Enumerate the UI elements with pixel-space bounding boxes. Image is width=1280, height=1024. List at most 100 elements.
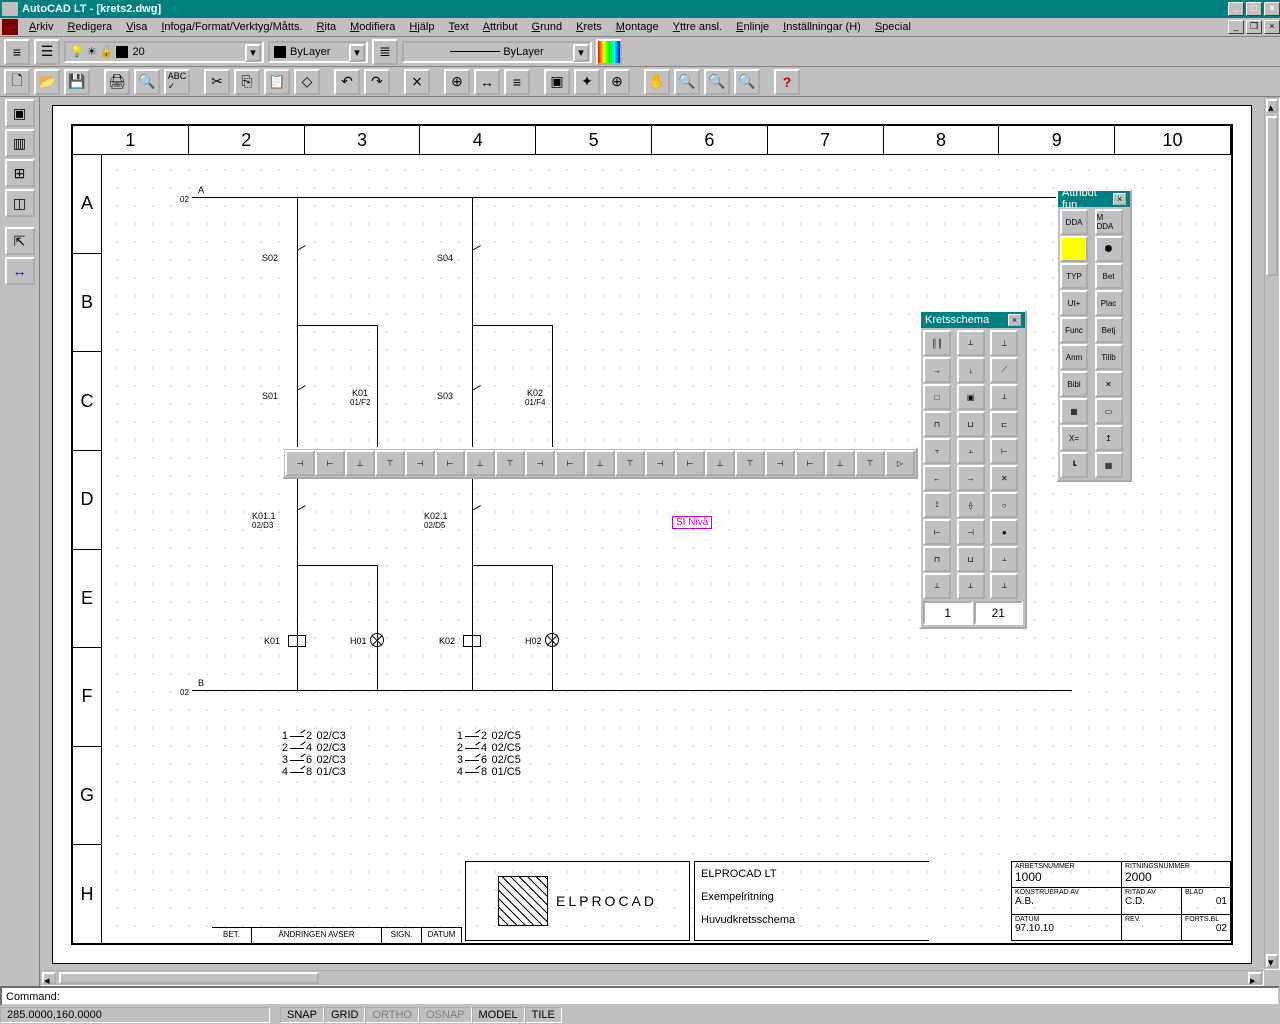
lt-button-3[interactable]: ⊞ xyxy=(5,159,35,187)
krets-btn-2[interactable]: ⟂ xyxy=(957,330,985,356)
layer-combo[interactable]: 💡 ☀ 🔓 20 ▾ xyxy=(64,41,264,63)
match-button[interactable]: ◇ xyxy=(294,69,320,95)
preview-button[interactable]: 🔍 xyxy=(134,69,160,95)
attr-btn-8[interactable]: Plac xyxy=(1095,290,1123,316)
sym-16[interactable]: ⊤ xyxy=(735,450,765,476)
copy-button[interactable]: ⎘ xyxy=(234,69,260,95)
mdi-close-button[interactable]: × xyxy=(1264,20,1280,34)
menu-hj-lp[interactable]: Hjälp xyxy=(402,19,441,35)
sym-2[interactable]: ⊢ xyxy=(315,450,345,476)
menu-enlinje[interactable]: Enlinje xyxy=(729,19,776,35)
menu-redigera[interactable]: Redigera xyxy=(60,19,119,35)
krets-btn-25[interactable]: ⊓ xyxy=(923,546,951,572)
krets-val-1[interactable]: 1 xyxy=(923,601,973,625)
krets-btn-29[interactable]: ⟂ xyxy=(957,573,985,599)
horizontal-scrollbar[interactable]: ◂ ▸ xyxy=(40,970,1264,986)
menu-special[interactable]: Special xyxy=(868,19,918,35)
color-combo[interactable]: ByLayer ▾ xyxy=(268,41,368,63)
menu-text[interactable]: Text xyxy=(441,19,475,35)
krets-btn-14[interactable]: ⫠ xyxy=(957,438,985,464)
sym-12[interactable]: ⊤ xyxy=(615,450,645,476)
krets-btn-13[interactable]: ⫟ xyxy=(923,438,951,464)
menu-infoga-format-verktyg-m-tts-[interactable]: Infoga/Format/Verktyg/Måtts. xyxy=(154,19,309,35)
menu-attribut[interactable]: Attribut xyxy=(476,19,525,35)
attr-btn-16[interactable]: ▭ xyxy=(1095,398,1123,424)
attr-btn-2[interactable]: M DDA xyxy=(1095,209,1123,235)
krets-btn-27[interactable]: ⫠ xyxy=(990,546,1018,572)
sym-8[interactable]: ⊤ xyxy=(495,450,525,476)
krets-btn-6[interactable]: ⟋ xyxy=(990,357,1018,383)
krets-btn-12[interactable]: ⊏ xyxy=(990,411,1018,437)
sym-10[interactable]: ⊢ xyxy=(555,450,585,476)
sym-18[interactable]: ⊢ xyxy=(795,450,825,476)
attr-btn-11[interactable]: Anm xyxy=(1060,344,1088,370)
snap-from-button[interactable]: ⨯ xyxy=(404,69,430,95)
lt-button-5[interactable]: ⇱ xyxy=(5,227,35,255)
krets-btn-9[interactable]: ⟂ xyxy=(990,384,1018,410)
layer-manager-button[interactable]: ≡ xyxy=(4,39,30,65)
print-button[interactable]: 🖨 xyxy=(104,69,130,95)
krets-btn-21[interactable]: ○ xyxy=(990,492,1018,518)
menu-rita[interactable]: Rita xyxy=(310,19,344,35)
sym-11[interactable]: ⊥ xyxy=(585,450,615,476)
named-views-button[interactable]: ✦ xyxy=(574,69,600,95)
krets-btn-11[interactable]: ⊔ xyxy=(957,411,985,437)
zoom-window-button[interactable]: 🔍 xyxy=(704,69,730,95)
sym-20[interactable]: ⊤ xyxy=(855,450,885,476)
menu-inst-llningar-h-[interactable]: Inställningar (H) xyxy=(776,19,868,35)
ucs-button[interactable]: ⊕ xyxy=(444,69,470,95)
dist-button[interactable]: ↔ xyxy=(474,69,500,95)
lt-button-2[interactable]: ▥ xyxy=(5,129,35,157)
pan-rt-button[interactable]: ✋ xyxy=(644,69,670,95)
menu-yttre-ansl-[interactable]: Yttre ansl. xyxy=(666,19,730,35)
zoom-rt-button[interactable]: 🔍 xyxy=(674,69,700,95)
palette-attr-close[interactable]: × xyxy=(1113,193,1126,205)
menu-montage[interactable]: Montage xyxy=(609,19,666,35)
sym-15[interactable]: ⊥ xyxy=(705,450,735,476)
palette-krets-close[interactable]: × xyxy=(1008,314,1021,326)
help-button[interactable]: ? xyxy=(774,69,800,95)
krets-btn-16[interactable]: ← xyxy=(923,465,951,491)
undo-button[interactable]: ↶ xyxy=(334,69,360,95)
krets-btn-18[interactable]: ✕ xyxy=(990,465,1018,491)
redo-button[interactable]: ↷ xyxy=(364,69,390,95)
sym-6[interactable]: ⊢ xyxy=(435,450,465,476)
menu-grund[interactable]: Grund xyxy=(525,19,570,35)
krets-btn-7[interactable]: □ xyxy=(923,384,951,410)
krets-btn-28[interactable]: ⟂ xyxy=(923,573,951,599)
krets-btn-23[interactable]: ⊣ xyxy=(957,519,985,545)
krets-btn-10[interactable]: ⊓ xyxy=(923,411,951,437)
menu-arkiv[interactable]: Arkiv xyxy=(22,19,60,35)
attr-btn-12[interactable]: Tillb xyxy=(1095,344,1123,370)
save-button[interactable]: 💾 xyxy=(64,69,90,95)
attr-btn-14[interactable]: ✕ xyxy=(1095,371,1123,397)
spell-button[interactable]: ABC✓ xyxy=(164,69,190,95)
canvas-area[interactable]: 12345678910 ABCDEFGH A 02 B 02 S02 xyxy=(40,97,1280,986)
krets-btn-24[interactable]: ● xyxy=(990,519,1018,545)
attr-btn-10[interactable]: Betj xyxy=(1095,317,1123,343)
krets-btn-5[interactable]: ↓ xyxy=(957,357,985,383)
palette-krets-title[interactable]: Kretsschema × xyxy=(921,312,1025,328)
lt-button-1[interactable]: ▣ xyxy=(5,99,35,127)
sym-14[interactable]: ⊢ xyxy=(675,450,705,476)
attr-btn-5[interactable]: TYP xyxy=(1060,263,1088,289)
vertical-scrollbar[interactable]: ▴ ▾ xyxy=(1264,97,1280,970)
minimize-button[interactable]: _ xyxy=(1228,2,1244,16)
menu-visa[interactable]: Visa xyxy=(119,19,154,35)
aerial-button[interactable]: ▣ xyxy=(544,69,570,95)
color-palette-button[interactable] xyxy=(596,39,622,65)
krets-btn-15[interactable]: ⊢ xyxy=(990,438,1018,464)
sym-9[interactable]: ⊣ xyxy=(525,450,555,476)
sym-17[interactable]: ⊣ xyxy=(765,450,795,476)
zoom-prev-button[interactable]: 🔍 xyxy=(734,69,760,95)
status-ortho[interactable]: ORTHO xyxy=(365,1007,419,1023)
krets-btn-22[interactable]: ⊢ xyxy=(923,519,951,545)
paste-button[interactable]: 📋 xyxy=(264,69,290,95)
attr-btn-3[interactable]: ● xyxy=(1060,236,1088,262)
palette-krets[interactable]: Kretsschema × ║║⟂⊥→↓⟋□▣⟂⊓⊔⊏⫟⫠⊢←→✕⟟⟠○⊢⊣●⊓… xyxy=(919,310,1027,629)
palette-attr[interactable]: Attribut fun × DDAM DDA●●TYPBetUt+PlacFu… xyxy=(1056,189,1132,482)
krets-btn-30[interactable]: ⟂ xyxy=(990,573,1018,599)
attr-btn-7[interactable]: Ut+ xyxy=(1060,290,1088,316)
attr-btn-1[interactable]: DDA xyxy=(1060,209,1088,235)
open-button[interactable]: 📂 xyxy=(34,69,60,95)
